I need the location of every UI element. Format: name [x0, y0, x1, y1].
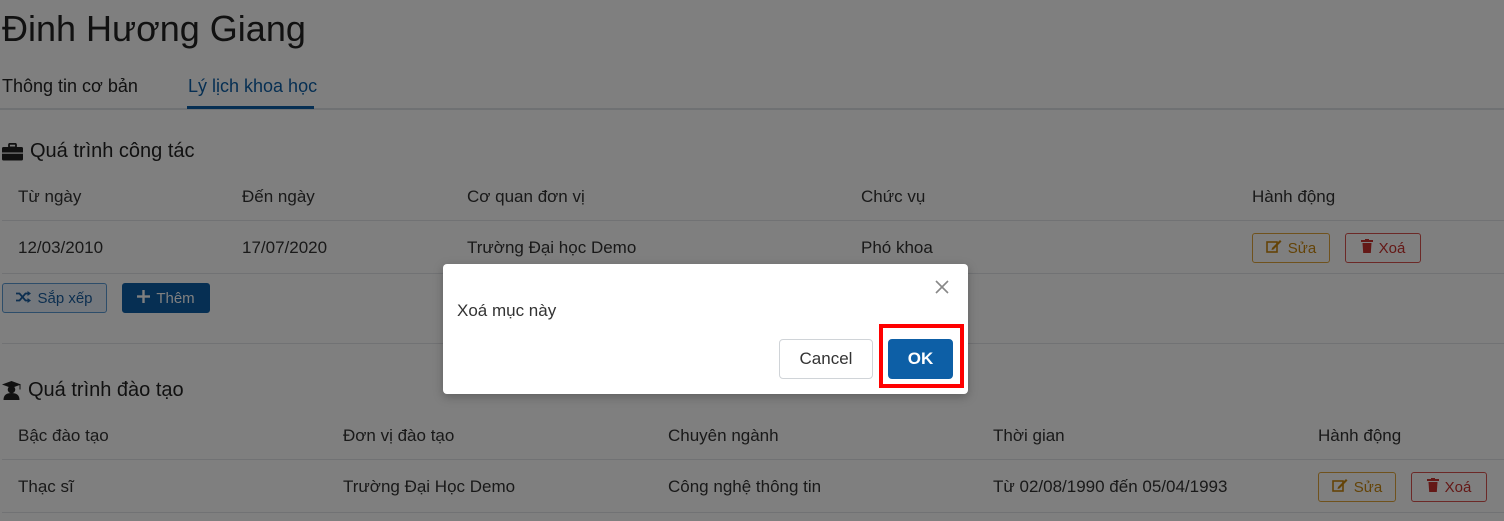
- cancel-button[interactable]: Cancel: [779, 339, 873, 379]
- ok-button-highlight: [879, 324, 964, 388]
- modal-backdrop[interactable]: [0, 0, 1504, 521]
- dialog-message: Xoá mục này: [457, 301, 557, 320]
- close-icon[interactable]: [933, 278, 951, 296]
